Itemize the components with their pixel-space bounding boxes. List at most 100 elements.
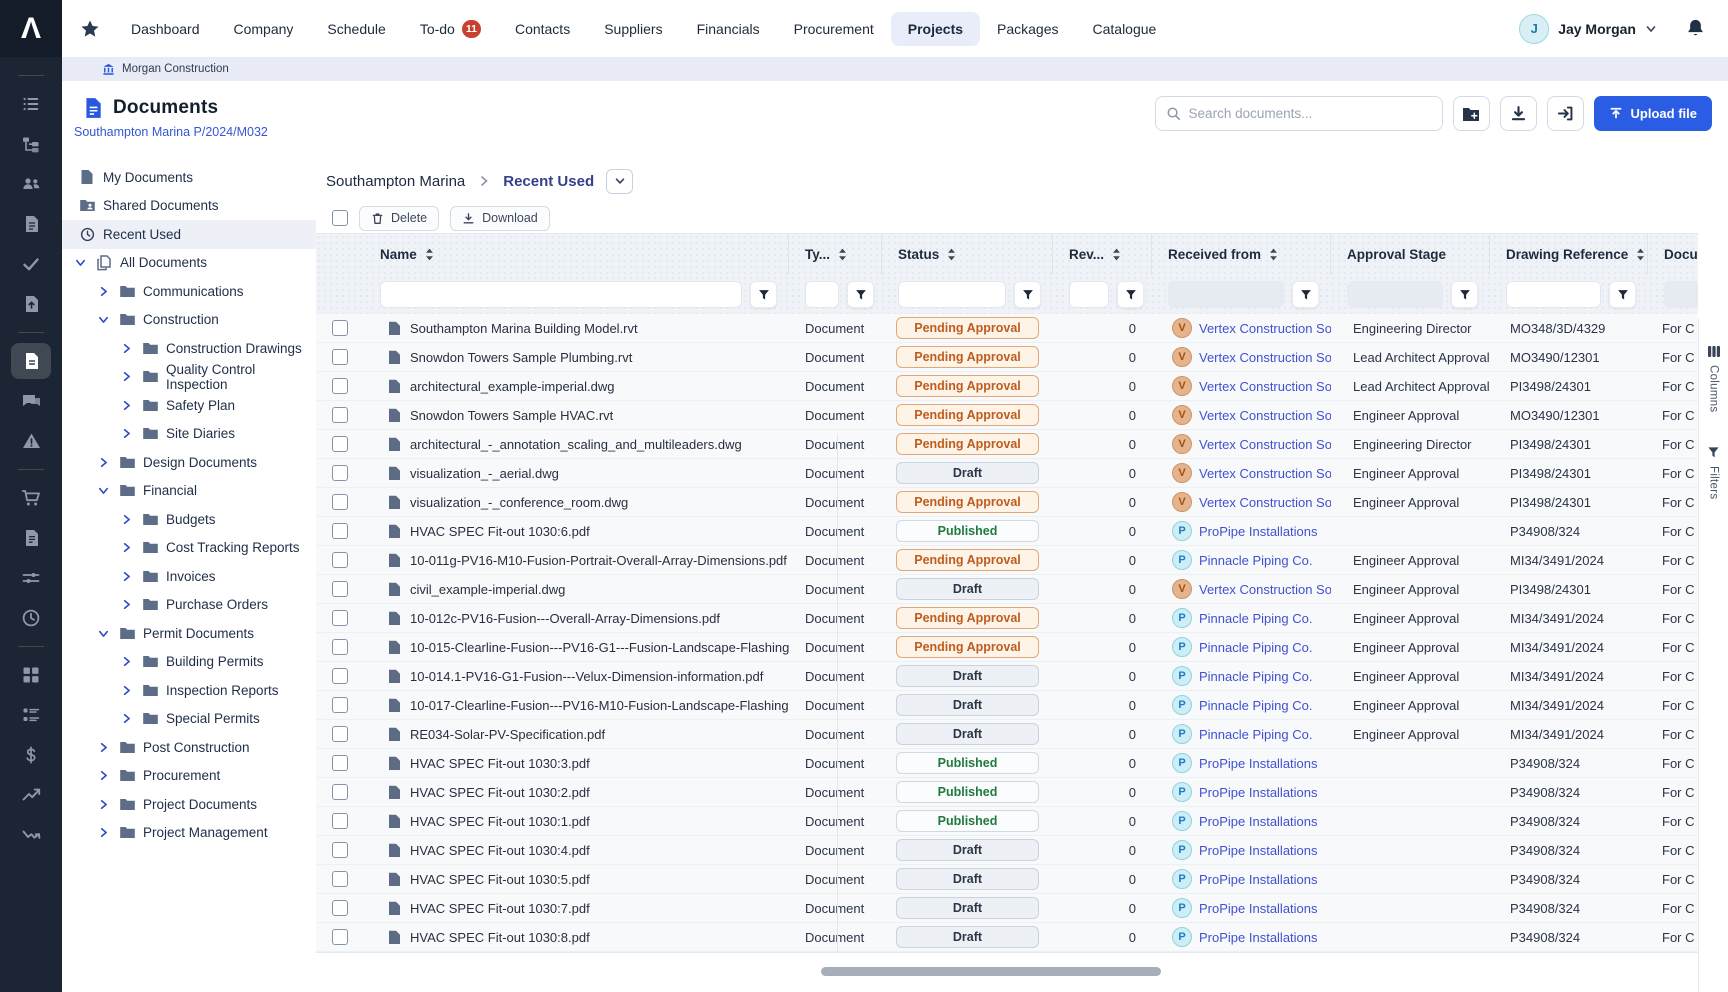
tree-item-quality-control-inspection[interactable]: Quality Control Inspection <box>62 363 316 392</box>
funnel-filter-button[interactable] <box>1609 281 1636 308</box>
row-checkbox[interactable] <box>332 581 348 597</box>
row-checkbox[interactable] <box>332 726 348 742</box>
received-from-link[interactable]: ProPipe Installations <box>1199 814 1318 829</box>
rail-icon-sliders[interactable] <box>11 560 51 596</box>
chevron-right-icon[interactable] <box>95 285 111 298</box>
tree-item-safety-plan[interactable]: Safety Plan <box>62 391 316 420</box>
chevron-right-icon[interactable] <box>118 370 134 383</box>
received-from-link[interactable]: Pinnacle Piping Co. <box>1199 727 1312 742</box>
funnel-filter-button[interactable] <box>1292 281 1319 308</box>
tree-item-construction-drawings[interactable]: Construction Drawings <box>62 334 316 363</box>
nav-item-financials[interactable]: Financials <box>680 12 777 46</box>
nav-item-company[interactable]: Company <box>217 12 311 46</box>
rail-icon-cart[interactable] <box>11 480 51 516</box>
rail-icon-file-export[interactable] <box>11 286 51 322</box>
nav-item-projects[interactable]: Projects <box>891 12 980 46</box>
table-row[interactable]: HVAC SPEC Fit-out 1030:3.pdfDocumentPubl… <box>316 749 1698 778</box>
received-from-link[interactable]: Vertex Construction Solutio <box>1199 466 1331 481</box>
tree-item-shared-documents[interactable]: Shared Documents <box>62 192 316 221</box>
breadcrumb-project[interactable]: Southampton Marina <box>326 173 465 190</box>
rail-icon-grid[interactable] <box>11 657 51 693</box>
table-row[interactable]: Snowdon Towers Sample Plumbing.rvtDocume… <box>316 343 1698 372</box>
nav-item-catalogue[interactable]: Catalogue <box>1076 12 1174 46</box>
funnel-filter-button[interactable] <box>750 281 777 308</box>
rail-icon-clock[interactable] <box>11 600 51 636</box>
chevron-right-icon[interactable] <box>118 655 134 668</box>
filter-input[interactable] <box>805 281 839 308</box>
received-from-link[interactable]: ProPipe Installations <box>1199 524 1318 539</box>
row-checkbox[interactable] <box>332 320 348 336</box>
received-from-link[interactable]: ProPipe Installations <box>1199 901 1318 916</box>
rail-icon-file-doc[interactable] <box>11 343 51 379</box>
nav-item-dashboard[interactable]: Dashboard <box>114 12 217 46</box>
row-checkbox[interactable] <box>332 784 348 800</box>
chevron-right-icon[interactable] <box>118 399 134 412</box>
table-row[interactable]: RE034-Solar-PV-Specification.pdfDocument… <box>316 720 1698 749</box>
row-checkbox[interactable] <box>332 552 348 568</box>
tree-item-inspection-reports[interactable]: Inspection Reports <box>62 676 316 705</box>
filter-input[interactable] <box>898 281 1006 308</box>
row-checkbox[interactable] <box>332 465 348 481</box>
received-from-link[interactable]: Vertex Construction Solutio <box>1199 437 1331 452</box>
user-menu[interactable]: J Jay Morgan <box>1519 14 1657 44</box>
received-from-link[interactable]: Vertex Construction Solutio <box>1199 379 1331 394</box>
tree-item-design-documents[interactable]: Design Documents <box>62 448 316 477</box>
column-header-received-from[interactable]: Received from <box>1152 234 1331 275</box>
download-selected-button[interactable]: Download <box>450 206 550 231</box>
nav-item-to-do[interactable]: To-do11 <box>403 11 498 47</box>
column-header-drawing-reference[interactable]: Drawing Reference <box>1490 234 1648 275</box>
row-checkbox[interactable] <box>332 900 348 916</box>
filter-input[interactable] <box>1506 281 1601 308</box>
tree-item-communications[interactable]: Communications <box>62 277 316 306</box>
rail-icon-file-text[interactable] <box>11 206 51 242</box>
chevron-right-icon[interactable] <box>118 513 134 526</box>
funnel-filter-button[interactable] <box>1117 281 1144 308</box>
filter-input[interactable] <box>1069 281 1109 308</box>
chevron-right-icon[interactable] <box>118 541 134 554</box>
table-row[interactable]: HVAC SPEC Fit-out 1030:2.pdfDocumentPubl… <box>316 778 1698 807</box>
received-from-link[interactable]: Pinnacle Piping Co. <box>1199 553 1312 568</box>
filter-input[interactable] <box>380 281 742 308</box>
row-checkbox[interactable] <box>332 494 348 510</box>
rail-icon-chat[interactable] <box>11 383 51 419</box>
rail-icon-trend-down[interactable] <box>11 817 51 853</box>
chevron-right-icon[interactable] <box>118 570 134 583</box>
row-checkbox[interactable] <box>332 378 348 394</box>
row-checkbox[interactable] <box>332 610 348 626</box>
table-row[interactable]: Snowdon Towers Sample HVAC.rvtDocumentPe… <box>316 401 1698 430</box>
tree-item-project-documents[interactable]: Project Documents <box>62 790 316 819</box>
rail-icon-file-invoice[interactable] <box>11 520 51 556</box>
rail-icon-users[interactable] <box>11 166 51 202</box>
tree-item-all-documents[interactable]: All Documents <box>62 249 316 278</box>
row-checkbox[interactable] <box>332 813 348 829</box>
row-checkbox[interactable] <box>332 639 348 655</box>
tree-item-site-diaries[interactable]: Site Diaries <box>62 420 316 449</box>
column-header-rev-[interactable]: Rev... <box>1053 234 1152 275</box>
column-header-ty-[interactable]: Ty... <box>789 234 882 275</box>
upload-file-button[interactable]: Upload file <box>1594 96 1712 131</box>
chevron-right-icon[interactable] <box>118 684 134 697</box>
received-from-link[interactable]: Pinnacle Piping Co. <box>1199 640 1312 655</box>
filter-input[interactable] <box>1347 281 1443 308</box>
tree-item-budgets[interactable]: Budgets <box>62 505 316 534</box>
chevron-right-icon[interactable] <box>118 342 134 355</box>
tree-item-financial[interactable]: Financial <box>62 477 316 506</box>
nav-item-schedule[interactable]: Schedule <box>310 12 402 46</box>
chevron-down-icon[interactable] <box>95 627 111 640</box>
row-checkbox[interactable] <box>332 755 348 771</box>
move-to-button[interactable] <box>1547 96 1584 131</box>
tree-item-my-documents[interactable]: My Documents <box>62 163 316 192</box>
favorites-star-icon[interactable] <box>80 19 100 39</box>
received-from-link[interactable]: ProPipe Installations <box>1199 872 1318 887</box>
received-from-link[interactable]: ProPipe Installations <box>1199 785 1318 800</box>
search-input[interactable] <box>1189 106 1432 121</box>
rail-icon-check[interactable] <box>11 246 51 282</box>
nav-item-procurement[interactable]: Procurement <box>777 12 891 46</box>
received-from-link[interactable]: Pinnacle Piping Co. <box>1199 698 1312 713</box>
filter-input[interactable] <box>1168 281 1284 308</box>
download-all-button[interactable] <box>1500 96 1537 131</box>
columns-panel-button[interactable]: Columns <box>1707 345 1721 412</box>
table-row[interactable]: 10-015-Clearline-Fusion---PV16-G1---Fusi… <box>316 633 1698 662</box>
table-row[interactable]: 10-017-Clearline-Fusion---PV16-M10-Fusio… <box>316 691 1698 720</box>
row-checkbox[interactable] <box>332 929 348 945</box>
